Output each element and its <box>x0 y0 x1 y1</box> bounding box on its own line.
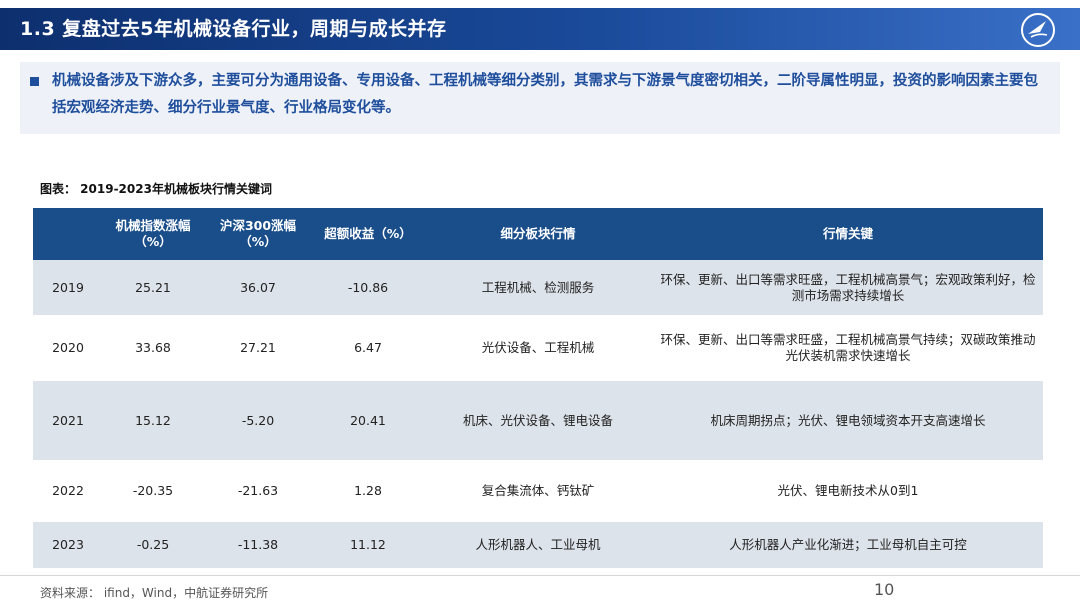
csi300-cell: -5.20 <box>241 412 275 428</box>
page-number: 10 <box>874 580 895 599</box>
csi300-cell: 27.21 <box>240 340 276 355</box>
excess-return-cell: 1.28 <box>354 483 382 498</box>
excess-return-cell: 11.12 <box>350 537 386 552</box>
page-title: 1.3 复盘过去5年机械设备行业，周期与成长并存 <box>20 18 447 40</box>
machinery-index-cell: 25.21 <box>135 279 171 295</box>
year-cell: 2023 <box>52 537 84 552</box>
key-drivers-cell: 人形机器人产业化渐进；工业母机自主可控 <box>729 537 967 552</box>
key-drivers-cell: 环保、更新、出口等需求旺盛，工程机械高景气持续；双碳政策推动光伏装机需求快速增长 <box>660 332 1036 363</box>
table-row: 2021 15.12 -5.20 20.41 机床、光伏设备、锂电设备 机床周期… <box>33 381 1043 460</box>
header-machinery-index: 机械指数涨幅（%） <box>115 218 191 249</box>
header-year <box>33 208 103 260</box>
company-logo-icon <box>1021 13 1055 47</box>
table-row: 2019 25.21 36.07 -10.86 工程机械、检测服务 环保、更新、… <box>33 260 1043 315</box>
excess-return-cell: 20.41 <box>350 412 386 428</box>
year-cell: 2019 <box>52 279 84 295</box>
sub-sector-cell: 光伏设备、工程机械 <box>481 340 595 355</box>
table-caption: 图表： 2019-2023年机械板块行情关键词 <box>40 182 272 196</box>
csi300-cell: -11.38 <box>237 537 279 552</box>
bullet-icon <box>30 77 39 86</box>
table-row: 2022 -20.35 -21.63 1.28 复合集流体、钙钛矿 光伏、锂电新… <box>33 460 1043 522</box>
machinery-index-cell: -0.25 <box>136 537 170 552</box>
csi300-cell: -21.63 <box>237 483 279 498</box>
machinery-index-cell: 33.68 <box>135 340 171 355</box>
sub-sector-cell: 机床、光伏设备、锂电设备 <box>462 412 613 428</box>
intro-box: 机械设备涉及下游众多，主要可分为通用设备、专用设备、工程机械等细分类别，其需求与… <box>20 62 1060 134</box>
header-key-drivers: 行情关键 <box>822 226 873 241</box>
header-csi300: 沪深300涨幅（%） <box>219 218 297 249</box>
sub-sector-cell: 工程机械、检测服务 <box>481 279 595 295</box>
year-cell: 2022 <box>52 483 84 498</box>
header-excess-return: 超额收益（%） <box>324 226 412 241</box>
market-keywords-table: 机械指数涨幅（%） 沪深300涨幅（%） 超额收益（%） 细分板块行情 行情关键… <box>33 208 1043 568</box>
footer-divider <box>0 575 1080 576</box>
key-drivers-cell: 光伏、锂电新技术从0到1 <box>777 483 919 498</box>
table-row: 2023 -0.25 -11.38 11.12 人形机器人、工业母机 人形机器人… <box>33 522 1043 568</box>
header-sub-sector: 细分板块行情 <box>500 226 576 241</box>
table-header-row: 机械指数涨幅（%） 沪深300涨幅（%） 超额收益（%） 细分板块行情 行情关键 <box>33 208 1043 260</box>
key-drivers-cell: 环保、更新、出口等需求旺盛，工程机械高景气；宏观政策利好，检测市场需求持续增长 <box>660 271 1036 303</box>
machinery-index-cell: 15.12 <box>135 412 171 428</box>
sub-sector-cell: 人形机器人、工业母机 <box>475 537 601 552</box>
table-row: 2020 33.68 27.21 6.47 光伏设备、工程机械 环保、更新、出口… <box>33 315 1043 381</box>
machinery-index-cell: -20.35 <box>132 483 174 498</box>
csi300-cell: 36.07 <box>240 279 276 295</box>
excess-return-cell: -10.86 <box>347 279 389 295</box>
year-cell: 2020 <box>52 340 84 355</box>
source-note: 资料来源： ifind，Wind，中航证券研究所 <box>40 586 269 600</box>
year-cell: 2021 <box>52 412 84 428</box>
key-drivers-cell: 机床周期拐点；光伏、锂电领域资本开支高速增长 <box>710 412 986 428</box>
excess-return-cell: 6.47 <box>354 340 382 355</box>
intro-text: 机械设备涉及下游众多，主要可分为通用设备、专用设备、工程机械等细分类别，其需求与… <box>52 73 1038 116</box>
sub-sector-cell: 复合集流体、钙钛矿 <box>481 483 595 498</box>
